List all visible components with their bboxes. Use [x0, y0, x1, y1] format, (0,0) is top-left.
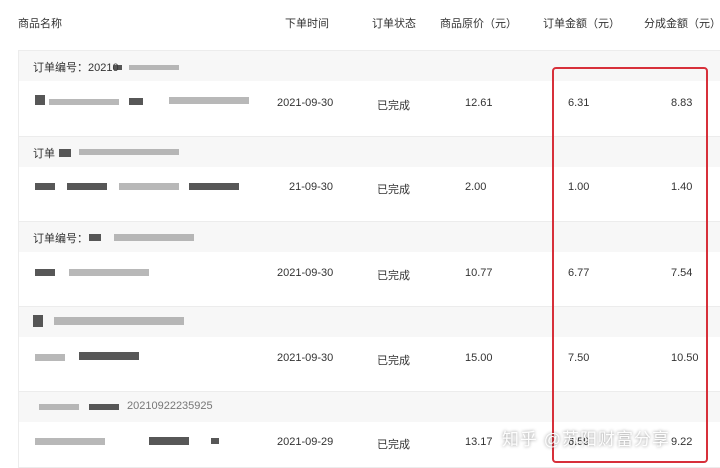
redacted-product-name: [35, 354, 65, 361]
column-header-commission-amount: 分成金额（元）: [644, 18, 720, 30]
column-header-order-amount: 订单金额（元）: [543, 18, 620, 30]
original-price: 10.77: [465, 267, 493, 279]
original-price: 15.00: [465, 352, 493, 364]
redacted-order-number: [54, 317, 184, 325]
redacted-order-number: [79, 149, 179, 155]
order-number-label: 订单编号：: [33, 233, 88, 245]
table-header: 商品名称 下单时间 订单状态 商品原价（元） 订单金额（元） 分成金额（元）: [0, 0, 720, 42]
order-status: 已完成: [377, 439, 410, 451]
redacted-product-name: [35, 438, 105, 445]
order-status: 已完成: [377, 355, 410, 367]
redacted-product-name: [169, 97, 249, 104]
redacted-product-name: [189, 183, 239, 190]
redacted-product-name: [67, 183, 107, 190]
highlight-box: [552, 67, 708, 463]
original-price: 2.00: [465, 181, 487, 193]
order-number: 20210922235925: [127, 400, 213, 412]
column-header-original-price: 商品原价（元）: [440, 18, 517, 30]
order-number-label: 20210922235925: [127, 400, 213, 412]
redacted-order-number: [114, 234, 194, 241]
order-number-label: 订单编号：20210: [33, 62, 119, 74]
redacted-product-name: [211, 438, 219, 444]
original-price: 13.17: [465, 436, 493, 448]
redacted-product-name: [149, 437, 189, 445]
original-price: 12.61: [465, 97, 493, 109]
column-header-order-time: 下单时间: [285, 18, 329, 30]
redacted-product-name: [129, 98, 143, 105]
redacted-product-name: [35, 95, 45, 105]
order-time: 2021-09-30: [277, 267, 334, 279]
redacted-order-number: [59, 149, 71, 157]
order-time: 21-09-30: [289, 181, 334, 193]
redacted-order-number: [33, 315, 43, 327]
redacted-product-name: [119, 183, 179, 190]
column-header-product-name: 商品名称: [18, 18, 62, 30]
column-header-order-status: 订单状态: [372, 18, 416, 30]
redacted-order-number: [39, 404, 79, 410]
order-status: 已完成: [377, 100, 410, 112]
order-status: 已完成: [377, 270, 410, 282]
redacted-product-name: [49, 99, 119, 105]
redacted-product-name: [69, 269, 149, 276]
redacted-product-name: [35, 269, 55, 276]
redacted-order-number: [89, 234, 101, 241]
order-time: 2021-09-30: [277, 352, 334, 364]
watermark: 知乎 @苏阳财富分享: [502, 430, 670, 449]
order-number-label: 订单: [33, 148, 55, 160]
order-time: 2021-09-30: [277, 97, 334, 109]
order-time: 2021-09-29: [277, 436, 334, 448]
order-status: 已完成: [377, 184, 410, 196]
redacted-product-name: [35, 183, 55, 190]
redacted-order-number: [114, 65, 122, 70]
redacted-order-number: [89, 404, 119, 410]
redacted-product-name: [79, 352, 139, 360]
redacted-order-number: [129, 65, 179, 70]
